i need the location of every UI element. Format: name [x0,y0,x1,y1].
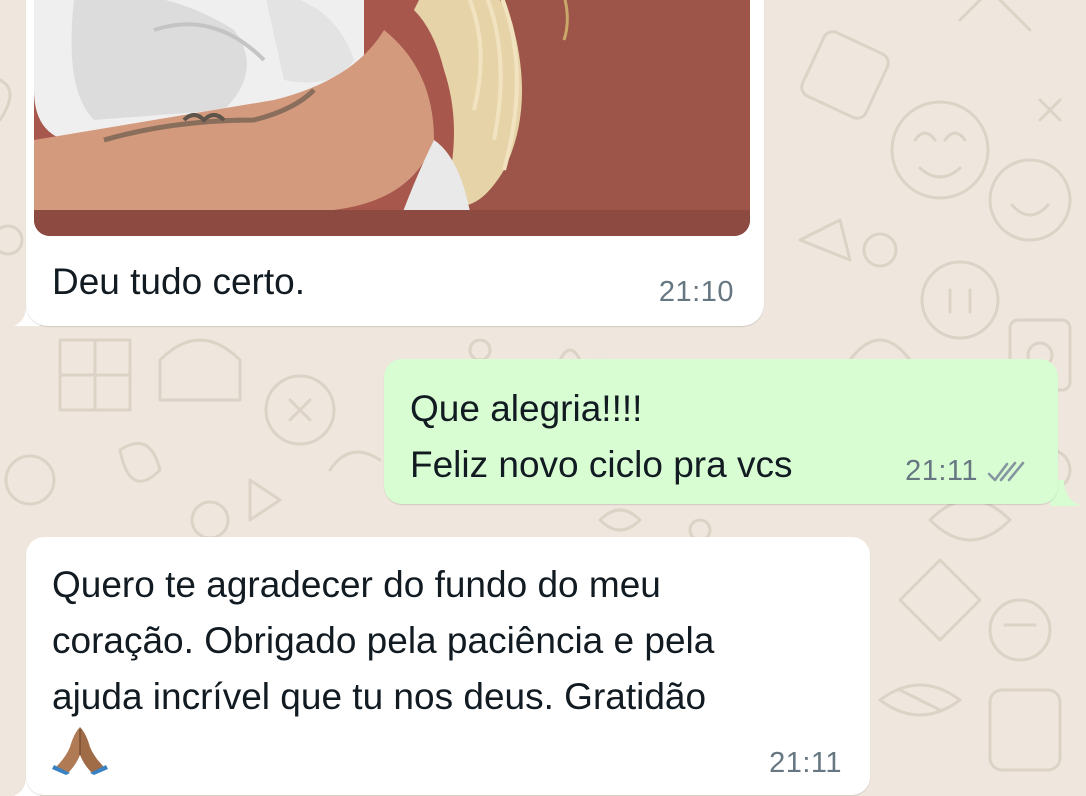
message-line: Que alegria!!!! [410,388,643,429]
message-photo[interactable] [34,0,750,236]
message-text: Que alegria!!!! Feliz novo ciclo pra vcs [410,381,792,493]
message-timestamp: 21:10 [658,276,734,308]
outgoing-text-message[interactable]: Que alegria!!!! Feliz novo ciclo pra vcs… [384,359,1058,504]
message-text: Quero te agradecer do fundo do meu coraç… [52,557,852,725]
incoming-image-message[interactable]: Deu tudo certo. 21:10 [26,0,764,326]
message-line: Quero te agradecer do fundo do meu [52,564,661,605]
folded-hands-emoji-icon [52,727,108,775]
double-check-icon [987,461,1025,482]
message-line: ajuda incrível que tu nos deus. Gratidão [52,676,707,717]
message-timestamp: 21:11 [769,747,842,779]
message-line: coração. Obrigado pela paciência e pela [52,620,715,661]
message-line: Feliz novo ciclo pra vcs [410,444,793,485]
message-caption: Deu tudo certo. [52,261,305,302]
message-timestamp: 21:11 [905,455,978,487]
incoming-text-message[interactable]: Quero te agradecer do fundo do meu coraç… [26,537,870,795]
